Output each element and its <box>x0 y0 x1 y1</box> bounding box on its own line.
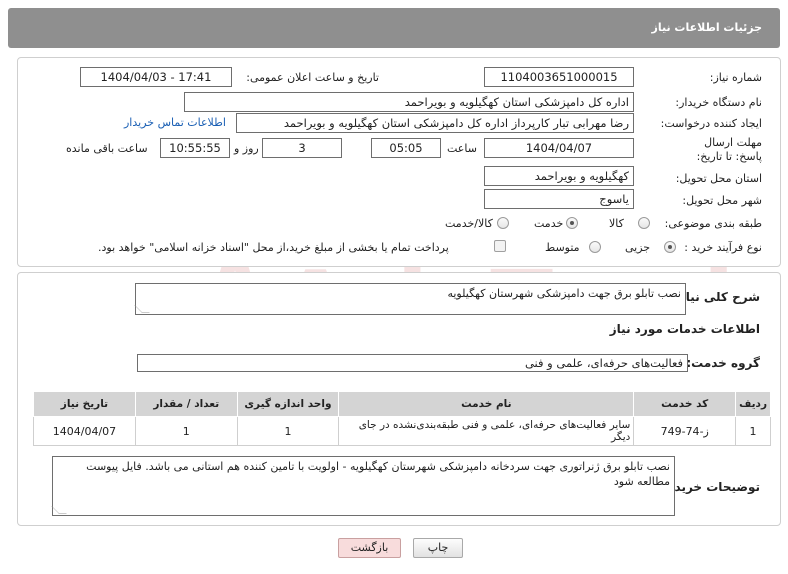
cell-quantity: 1 <box>134 416 238 446</box>
deadline-time-field[interactable]: 05:05 <box>371 138 441 158</box>
summary-label: شرح کلی نیاز: <box>674 290 760 304</box>
col-header-row-number: ردیف <box>735 391 771 417</box>
treasury-payment-note: پرداخت تمام یا بخشی از مبلغ خرید،از محل … <box>98 241 449 254</box>
need-number-label: شماره نیاز: <box>709 71 762 84</box>
remaining-time-field[interactable]: 10:55:55 <box>160 138 230 158</box>
days-remaining-field[interactable]: 3 <box>262 138 342 158</box>
services-table: ردیف کد خدمت نام خدمت واحد اندازه گیری ت… <box>33 391 771 446</box>
city-field[interactable]: یاسوج <box>484 189 634 209</box>
services-heading: اطلاعات خدمات مورد نیاز <box>609 322 760 336</box>
need-number-field[interactable]: 1104003651000015 <box>484 67 634 87</box>
deadline-time-label: ساعت <box>447 142 477 155</box>
buyer-notes-text: نصب تابلو برق ژنراتوری جهت سردخانه دامپز… <box>86 460 670 488</box>
back-button[interactable]: بازگشت <box>338 538 401 558</box>
need-info-panel <box>17 57 781 267</box>
summary-text: نصب تابلو برق جهت دامپزشکی شهرستان کهگیل… <box>447 287 681 300</box>
days-label: روز و <box>234 142 259 155</box>
resize-grip-icon[interactable] <box>51 506 67 514</box>
cell-need-date: 1404/04/07 <box>33 416 136 446</box>
buyer-notes-textarea[interactable]: نصب تابلو برق ژنراتوری جهت سردخانه دامپز… <box>51 456 675 516</box>
category-option-goods-service: کالا/خدمت <box>445 217 493 230</box>
city-label: شهر محل تحویل: <box>682 194 762 207</box>
col-header-quantity: تعداد / مقدار <box>134 391 238 417</box>
process-radio-medium[interactable] <box>589 241 601 253</box>
category-option-goods: کالا <box>609 217 624 230</box>
announce-datetime-label: تاریخ و ساعت اعلان عمومی: <box>246 71 379 84</box>
category-label: طبقه بندی موضوعی: <box>664 217 762 230</box>
province-field[interactable]: کهگیلویه و بویراحمد <box>484 166 634 186</box>
summary-textarea[interactable]: نصب تابلو برق جهت دامپزشکی شهرستان کهگیل… <box>134 283 686 315</box>
process-option-medium: متوسط <box>545 241 580 254</box>
page-header: جزئیات اطلاعات نیاز <box>8 8 780 48</box>
table-header-row: ردیف کد خدمت نام خدمت واحد اندازه گیری ت… <box>33 391 771 417</box>
process-label: نوع فرآیند خرید : <box>684 241 762 254</box>
print-button[interactable]: چاپ <box>413 538 463 558</box>
creator-field[interactable]: رضا مهرابی تبار کارپرداز اداره کل دامپزش… <box>236 113 634 133</box>
category-radio-goods[interactable] <box>638 217 650 229</box>
deadline-date-field[interactable]: 1404/04/07 <box>484 138 634 158</box>
category-radio-service[interactable] <box>566 217 578 229</box>
cell-service-name: سایر فعالیت‌های حرفه‌ای، علمی و فنی طبقه… <box>338 416 635 446</box>
resize-grip-icon[interactable] <box>134 305 150 313</box>
col-header-service-code: کد خدمت <box>633 391 737 417</box>
deadline-label: مهلت ارسال پاسخ: تا تاریخ: <box>696 136 762 163</box>
treasury-payment-checkbox[interactable] <box>494 240 506 252</box>
province-label: استان محل تحویل: <box>675 172 762 185</box>
cell-unit: 1 <box>236 416 340 446</box>
table-row[interactable]: 1 ز-74-749 سایر فعالیت‌های حرفه‌ای، علمی… <box>33 416 771 446</box>
category-option-service: خدمت <box>534 217 564 230</box>
buyer-org-label: نام دستگاه خریدار: <box>675 96 762 109</box>
service-group-label: گروه خدمت: <box>686 356 760 370</box>
process-radio-minor[interactable] <box>664 241 676 253</box>
cell-service-code: ز-74-749 <box>633 416 737 446</box>
page-title: جزئیات اطلاعات نیاز <box>651 21 763 34</box>
process-option-minor: جزیی <box>625 241 651 254</box>
buyer-org-field[interactable]: اداره کل دامپزشکی استان کهگیلویه و بویرا… <box>184 92 634 112</box>
col-header-need-date: تاریخ نیاز <box>33 391 136 417</box>
buyer-contact-link[interactable]: اطلاعات تماس خریدار <box>124 116 226 129</box>
cell-row-number: 1 <box>735 416 771 446</box>
creator-label: ایجاد کننده درخواست: <box>660 117 762 130</box>
col-header-unit: واحد اندازه گیری <box>236 391 340 417</box>
announce-datetime-field[interactable]: 1404/04/03 - 17:41 <box>80 67 232 87</box>
remaining-label: ساعت باقی مانده <box>66 142 148 155</box>
category-radio-goods-service[interactable] <box>497 217 509 229</box>
col-header-service-name: نام خدمت <box>338 391 635 417</box>
service-group-field[interactable]: فعالیت‌های حرفه‌ای، علمی و فنی <box>137 354 688 372</box>
